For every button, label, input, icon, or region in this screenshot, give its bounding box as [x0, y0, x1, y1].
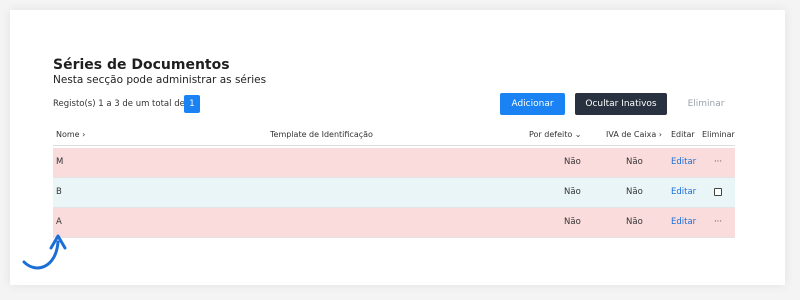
curved-arrow-up-icon	[22, 234, 67, 270]
row-name: M	[56, 157, 64, 167]
table-row: A Não Não Editar ···	[53, 208, 735, 238]
edit-link[interactable]: Editar	[671, 208, 696, 237]
page-1-button[interactable]: 1	[184, 95, 200, 113]
records-summary: Registo(s) 1 a 3 de um total de 3	[53, 99, 193, 109]
remove-checkbox[interactable]	[714, 187, 722, 196]
column-header-remove: Eliminar	[702, 130, 735, 139]
row-iva: Não	[626, 157, 643, 167]
table-row: M Não Não Editar ···	[53, 148, 735, 178]
row-default: Não	[564, 157, 581, 167]
add-button[interactable]: Adicionar	[500, 93, 565, 115]
edit-link[interactable]: Editar	[671, 148, 696, 177]
remove-unavailable: ···	[713, 217, 723, 227]
column-header-name[interactable]: Nome ›	[56, 130, 85, 139]
row-name: B	[56, 187, 62, 197]
table-header-divider	[53, 145, 735, 146]
page-subtitle: Nesta secção pode administrar as séries	[53, 74, 267, 86]
row-iva: Não	[626, 217, 643, 227]
column-header-iva[interactable]: IVA de Caixa ›	[606, 130, 662, 139]
remove-unavailable: ···	[713, 157, 723, 167]
page-title: Séries de Documentos	[53, 57, 230, 73]
delete-button[interactable]: Eliminar	[680, 93, 732, 115]
column-header-edit: Editar	[671, 130, 695, 139]
column-header-template: Template de Identificação	[270, 130, 373, 139]
row-default: Não	[564, 217, 581, 227]
row-default: Não	[564, 187, 581, 197]
remove-cell	[711, 178, 725, 207]
row-iva: Não	[626, 187, 643, 197]
hide-inactive-button[interactable]: Ocultar Inativos	[575, 93, 667, 115]
edit-link[interactable]: Editar	[671, 178, 696, 207]
table-row: B Não Não Editar	[53, 178, 735, 208]
column-header-default[interactable]: Por defeito ⌄	[529, 130, 582, 139]
